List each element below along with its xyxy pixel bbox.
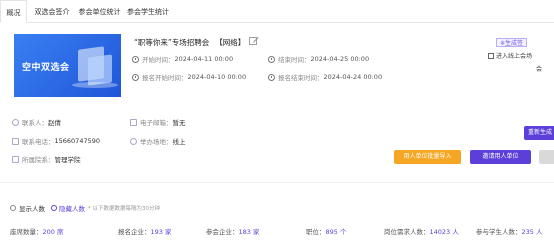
phone-icon [12,137,19,145]
regenerate-button[interactable]: 重新生成 [524,126,554,140]
status-badge[interactable]: ※生成签 [496,38,528,47]
building-icon [12,155,19,163]
reg-start-label: 报名开始时间： [142,74,188,82]
refresh-tip: * 以下数据数据每隔为30分钟 [88,206,160,212]
end-time-label: 结束时间： [278,56,311,64]
contact-email-value: 暂无 [172,119,186,127]
contact-person: 联系人： 赵倩 [12,117,61,127]
tab-event-intro[interactable]: 双选会签介 [31,0,73,23]
stat-registered: 报名企业：193 家 [118,226,171,236]
clock-icon [268,55,275,63]
clock-icon [132,55,139,63]
employer-batch-import-button[interactable]: 用人单位批量导入 [394,150,461,164]
stat-value: 235 人 [521,228,543,236]
clock-icon [132,73,139,81]
venue-label: 举办场地： [140,138,173,146]
tab-employer-stats[interactable]: 参会单位统计 [77,0,122,23]
hide-count-label[interactable]: 隐藏人数 [59,203,85,213]
stat-seats: 座席数量：200 席 [10,226,63,236]
enter-icon [488,53,494,59]
reg-start-row: 报名开始时间： 2024-04-10 00:00 [132,72,246,82]
stat-value: 14023 人 [429,228,459,236]
location-icon [130,137,137,145]
contact-email: 电子邮箱： 暂无 [130,117,186,127]
stat-label: 职位： [306,228,326,236]
tab-overview[interactable]: 概况 [0,0,27,23]
venue-value: 线上 [172,138,186,146]
event-title: “职等你来”专场招聘会 【网络】 [134,37,245,48]
stat-demand: 岗位需求人数：14023 人 [384,226,459,236]
side-fragment[interactable]: 会 [536,64,542,73]
tab-bar: 概况 双选会签介 参会单位统计 参会学生统计 [0,0,554,23]
divider [0,182,554,183]
start-time-label: 开始时间： [142,56,175,64]
stat-value: 193 家 [150,228,172,236]
stat-positions: 职位：895 个 [306,226,346,236]
stat-students: 参与学生人数：235 人 [476,226,542,236]
radio-checked-icon[interactable] [51,205,57,211]
contact-person-value: 赵倩 [48,119,61,127]
venue: 举办场地： 线上 [130,136,186,146]
invite-employer-button[interactable]: 邀请用人单位 [470,150,531,164]
end-time-row: 结束时间： 2024-04-25 00:00 [268,54,369,64]
reg-start-value: 2024-04-10 00:00 [187,73,247,81]
start-time-row: 开始时间： 2024-04-11 00:00 [132,54,233,64]
end-time-value: 2024-04-25 00:00 [310,55,370,63]
clock-icon [268,73,275,81]
banner-decoration [72,82,118,88]
reg-end-value: 2024-04-24 00:00 [323,73,383,81]
enter-online-venue-link[interactable]: 进入线上会场 [488,51,532,60]
event-format: 【网络】 [215,38,246,47]
stat-value: 200 席 [42,228,64,236]
reg-end-label: 报名结束时间： [278,74,324,82]
display-count-label[interactable]: 显示人数 [19,203,45,213]
stat-label: 报名企业： [118,228,151,236]
edit-icon[interactable] [249,36,259,46]
stat-label: 参会企业： [206,228,239,236]
user-icon [12,118,19,126]
event-title-text: “职等你来”专场招聘会 [134,38,210,47]
banner-title: 空中双选会 [22,63,70,73]
stat-label: 岗位需求人数： [384,228,430,236]
college: 所属院系： 管理学院 [12,154,81,164]
stat-label: 座席数量： [10,228,43,236]
start-time-value: 2024-04-11 00:00 [174,55,234,63]
contact-phone: 联系电话： 15660747590 [12,136,100,146]
disabled-button[interactable] [539,150,554,164]
radio-icon[interactable] [10,205,16,211]
contact-email-label: 电子邮箱： [140,119,173,127]
mail-icon [130,118,137,126]
contact-phone-value: 15660747590 [54,137,101,145]
stat-value: 183 家 [238,228,260,236]
stat-label: 参与学生人数： [476,228,522,236]
college-value: 管理学院 [54,156,81,164]
contact-phone-label: 联系电话： [22,138,55,146]
event-banner-image: 空中双选会 [14,34,121,97]
stat-attending: 参会企业：183 家 [206,226,259,236]
banner-decoration [88,54,112,86]
college-label: 所属院系： [22,156,55,164]
contact-person-label: 联系人： [22,119,48,127]
display-count-toggle: 显示人数 隐藏人数 * 以下数据数据每隔为30分钟 [10,203,160,213]
reg-end-row: 报名结束时间： 2024-04-24 00:00 [268,72,382,82]
enter-online-venue-label: 进入线上会场 [496,53,533,60]
stat-value: 895 个 [325,228,347,236]
tab-student-stats[interactable]: 参会学生统计 [126,0,170,23]
